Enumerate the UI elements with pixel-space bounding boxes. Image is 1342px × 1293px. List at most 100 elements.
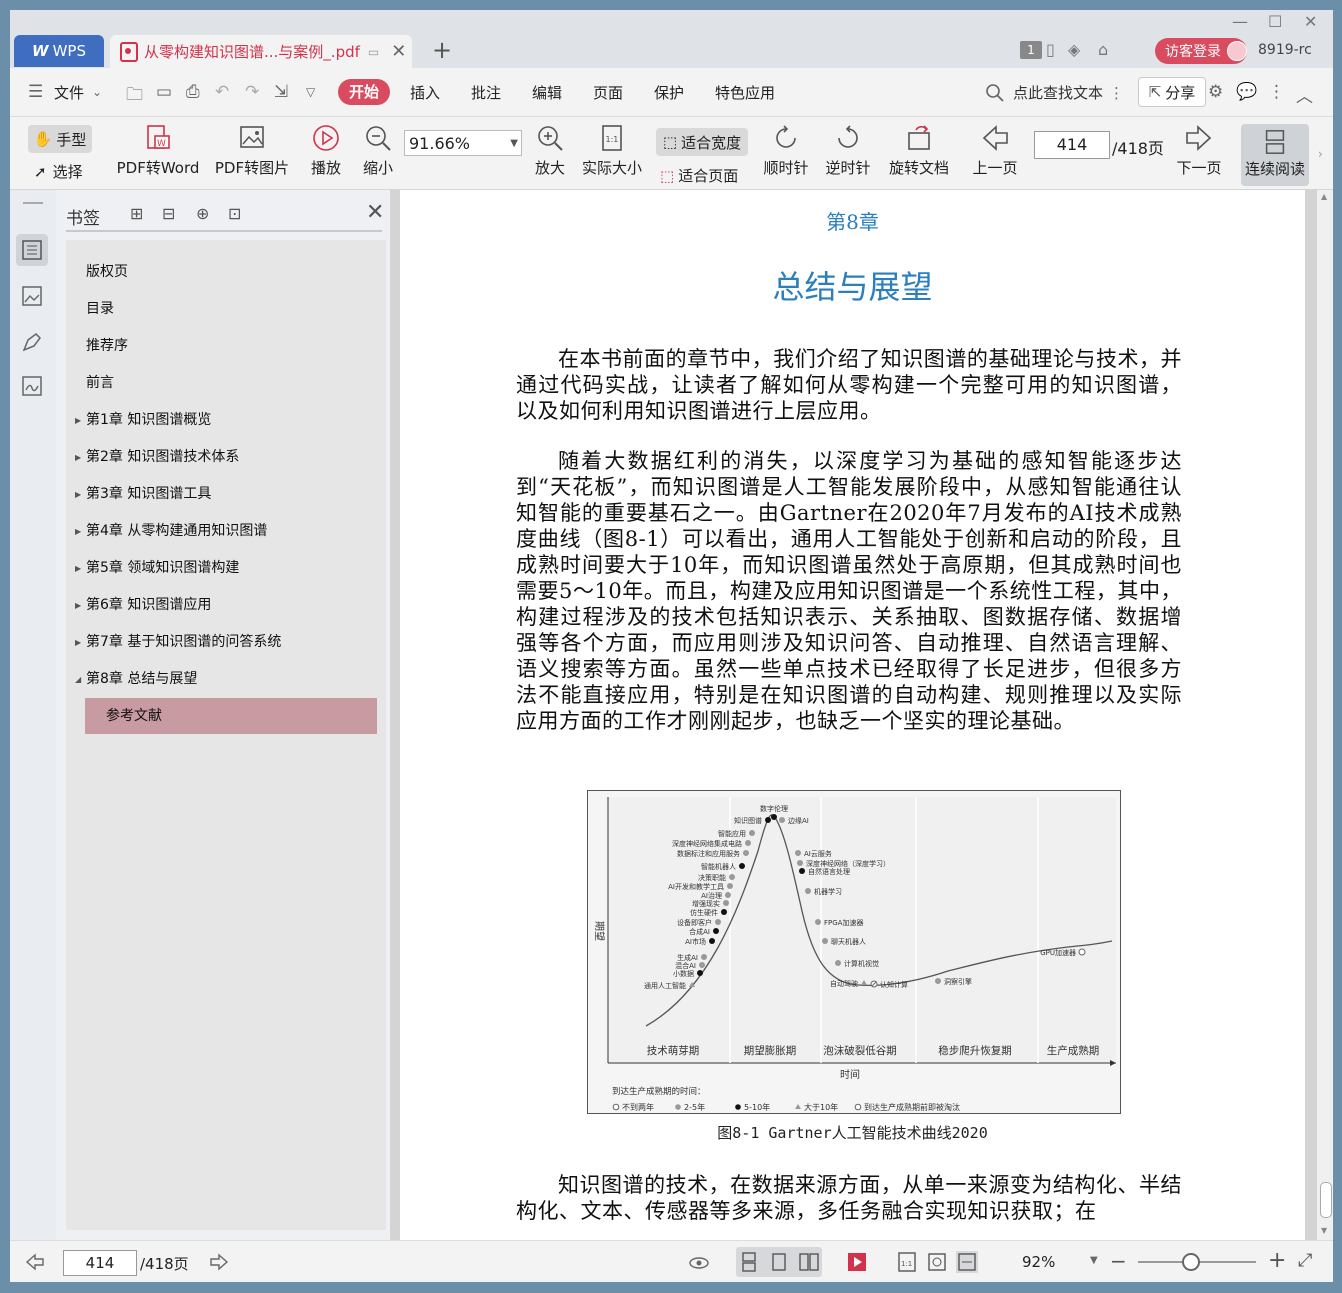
undo-icon[interactable]: ↶ bbox=[215, 82, 229, 102]
play-button[interactable]: 播放 bbox=[306, 123, 346, 178]
bookmark-copyright[interactable]: 版权页 bbox=[86, 256, 128, 288]
next-page-button[interactable]: 下一页 bbox=[1174, 123, 1224, 178]
continuous-view-icon[interactable] bbox=[738, 1251, 760, 1273]
play-slideshow-icon[interactable] bbox=[846, 1251, 868, 1273]
fit-page-status-icon[interactable] bbox=[926, 1251, 948, 1273]
expand-chapter-5-icon[interactable]: ▶ bbox=[75, 564, 81, 573]
pdf-to-word-button[interactable]: W PDF转Word bbox=[114, 123, 202, 178]
bookmark-foreword[interactable]: 推荐序 bbox=[86, 330, 128, 362]
menu-start[interactable]: 开始 bbox=[338, 79, 390, 105]
actual-size-status-icon[interactable]: 1:1 bbox=[896, 1251, 918, 1273]
expand-chapter-6-icon[interactable]: ▶ bbox=[75, 601, 81, 610]
maximize-icon[interactable]: ☐ bbox=[1268, 12, 1282, 31]
bookmark-chapter-2[interactable]: 第2章 知识图谱技术体系 bbox=[86, 441, 239, 473]
prev-page-button[interactable]: 上一页 bbox=[970, 123, 1020, 178]
bookmark-panel-toggle[interactable] bbox=[16, 234, 48, 266]
bookmark-chapter-1[interactable]: 第1章 知识图谱概览 bbox=[86, 404, 211, 436]
bookmark-chapter-3[interactable]: 第3章 知识图谱工具 bbox=[86, 478, 211, 510]
actual-size-button[interactable]: 1:1 实际大小 bbox=[580, 123, 644, 178]
open-folder-icon[interactable]: 🗀 bbox=[126, 82, 143, 111]
fullscreen-icon[interactable]: ⤢ bbox=[1298, 1250, 1312, 1271]
thumbnail-image-icon[interactable] bbox=[20, 284, 44, 308]
fit-width-button[interactable]: ⬚ 适合宽度 bbox=[656, 128, 748, 156]
wps-home-tab[interactable]: W WPS bbox=[14, 35, 104, 67]
zoom-out-button[interactable]: 缩小 bbox=[360, 123, 396, 178]
scroll-down-icon[interactable]: ▼ bbox=[1321, 1226, 1327, 1235]
menu-file[interactable]: 文件 bbox=[54, 82, 84, 103]
bookmark-chapter-4[interactable]: 第4章 从零构建通用知识图谱 bbox=[86, 515, 267, 547]
toolbar-expand-icon[interactable]: › bbox=[1318, 147, 1323, 161]
comment-icon[interactable]: 💬 bbox=[1236, 82, 1257, 102]
bookmark-chapter-8[interactable]: 第8章 总结与展望 bbox=[86, 663, 197, 695]
zoom-plus-icon[interactable]: + bbox=[1268, 1248, 1286, 1273]
expand-chapter-7-icon[interactable]: ▶ bbox=[75, 638, 81, 647]
zoom-dropdown-icon[interactable]: ▼ bbox=[510, 131, 518, 157]
chevron-down-icon[interactable]: ⌄ bbox=[92, 85, 102, 99]
close-tab-icon[interactable]: ✕ bbox=[391, 41, 406, 62]
menu-special[interactable]: 特色应用 bbox=[715, 82, 775, 103]
collapse-chapter-8-icon[interactable]: ◢ bbox=[75, 675, 81, 684]
bookmark-options-icon[interactable]: ⊡ bbox=[228, 204, 246, 223]
hand-tool-button[interactable]: ✋ 手型 bbox=[28, 125, 92, 153]
rotate-counterclockwise-button[interactable]: 逆时针 bbox=[822, 123, 874, 178]
add-bookmark-icon[interactable]: ⊕ bbox=[196, 204, 214, 223]
fit-width-status-icon[interactable] bbox=[956, 1251, 978, 1273]
hamburger-icon[interactable]: ☰ bbox=[28, 82, 43, 102]
menu-edit[interactable]: 编辑 bbox=[532, 82, 562, 103]
rotate-clockwise-button[interactable]: 顺时针 bbox=[760, 123, 812, 178]
document-viewport[interactable]: 第8章 总结与展望 在本书前面的章节中，我们介绍了知识图谱的基础理论与技术，并通… bbox=[390, 190, 1333, 1240]
eye-protection-icon[interactable] bbox=[688, 1251, 710, 1273]
drag-handle[interactable] bbox=[23, 202, 43, 204]
select-tool-button[interactable]: ➚ 选择 bbox=[34, 161, 83, 182]
layout-icon[interactable]: ▯ bbox=[1046, 40, 1055, 59]
document-tab[interactable]: 从零构建知识图谱...与案例_.pdf ▭ ✕ bbox=[110, 35, 412, 68]
share-button[interactable]: ⇱ 分享 bbox=[1138, 77, 1206, 107]
zoom-level-field[interactable]: 91.66% ▼ bbox=[404, 130, 522, 156]
zoom-in-button[interactable]: 放大 bbox=[532, 123, 568, 178]
double-page-view-icon[interactable] bbox=[798, 1251, 820, 1273]
new-tab-button[interactable]: + bbox=[432, 36, 452, 64]
menu-insert[interactable]: 插入 bbox=[410, 82, 440, 103]
redo-icon[interactable]: ↷ bbox=[245, 82, 259, 102]
save-icon[interactable]: ▭ bbox=[156, 82, 172, 102]
close-panel-icon[interactable]: ✕ bbox=[366, 200, 384, 225]
status-zoom-value[interactable]: 92% bbox=[1022, 1253, 1055, 1271]
expand-chapter-3-icon[interactable]: ▶ bbox=[75, 490, 81, 499]
bookmark-chapter-5[interactable]: 第5章 领域知识图谱构建 bbox=[86, 552, 239, 584]
signature-icon[interactable] bbox=[20, 374, 44, 398]
expand-all-icon[interactable]: ⊞ bbox=[130, 204, 148, 223]
menu-annotate[interactable]: 批注 bbox=[471, 82, 501, 103]
collapse-ribbon-icon[interactable]: ︿ bbox=[1296, 82, 1313, 107]
bookmark-references[interactable]: 参考文献 bbox=[106, 700, 162, 732]
next-page-arrow-icon[interactable] bbox=[208, 1251, 230, 1273]
single-page-view-icon[interactable] bbox=[768, 1251, 790, 1273]
shirt-icon[interactable]: ⌂ bbox=[1098, 40, 1108, 59]
fit-page-button[interactable]: ⬚ 适合页面 bbox=[660, 165, 738, 186]
settings-gear-icon[interactable]: ⚙ bbox=[1208, 82, 1223, 102]
vertical-scrollbar[interactable]: ▲ ▼ bbox=[1317, 190, 1333, 1240]
skin-icon[interactable]: ◈ bbox=[1068, 40, 1080, 59]
window-count-badge[interactable]: 1 bbox=[1020, 41, 1042, 59]
expand-chapter-1-icon[interactable]: ▶ bbox=[75, 416, 81, 425]
bookmark-chapter-7[interactable]: 第7章 基于知识图谱的问答系统 bbox=[86, 626, 281, 658]
zoom-minus-icon[interactable]: − bbox=[1110, 1249, 1127, 1273]
zoom-dropdown-chevron-icon[interactable]: ▼ bbox=[1090, 1255, 1098, 1266]
more-vertical-icon[interactable]: ⋮ bbox=[1109, 84, 1124, 102]
expand-chapter-4-icon[interactable]: ▶ bbox=[75, 527, 81, 536]
print-icon[interactable]: ⎙ bbox=[186, 82, 200, 102]
annotation-pen-icon[interactable] bbox=[20, 330, 44, 354]
bookmark-toc[interactable]: 目录 bbox=[86, 293, 114, 325]
bookmark-preface[interactable]: 前言 bbox=[86, 367, 114, 399]
monitor-icon[interactable]: ▭ bbox=[368, 45, 379, 59]
scroll-up-icon[interactable]: ▲ bbox=[1321, 192, 1327, 201]
more-options-icon[interactable]: ⋮ bbox=[1268, 82, 1285, 102]
minimize-icon[interactable]: — bbox=[1232, 12, 1248, 31]
menu-protect[interactable]: 保护 bbox=[654, 82, 684, 103]
prev-page-arrow-icon[interactable] bbox=[24, 1251, 46, 1273]
more-chevron-icon[interactable]: ▽ bbox=[306, 85, 315, 99]
continuous-reading-button[interactable]: 连续阅读 bbox=[1241, 124, 1309, 186]
pdf-to-image-button[interactable]: PDF转图片 bbox=[212, 123, 292, 178]
search-text-box[interactable]: 点此查找文本 ⋮ bbox=[985, 82, 1124, 103]
expand-chapter-2-icon[interactable]: ▶ bbox=[75, 453, 81, 462]
zoom-slider-knob[interactable] bbox=[1182, 1253, 1200, 1271]
